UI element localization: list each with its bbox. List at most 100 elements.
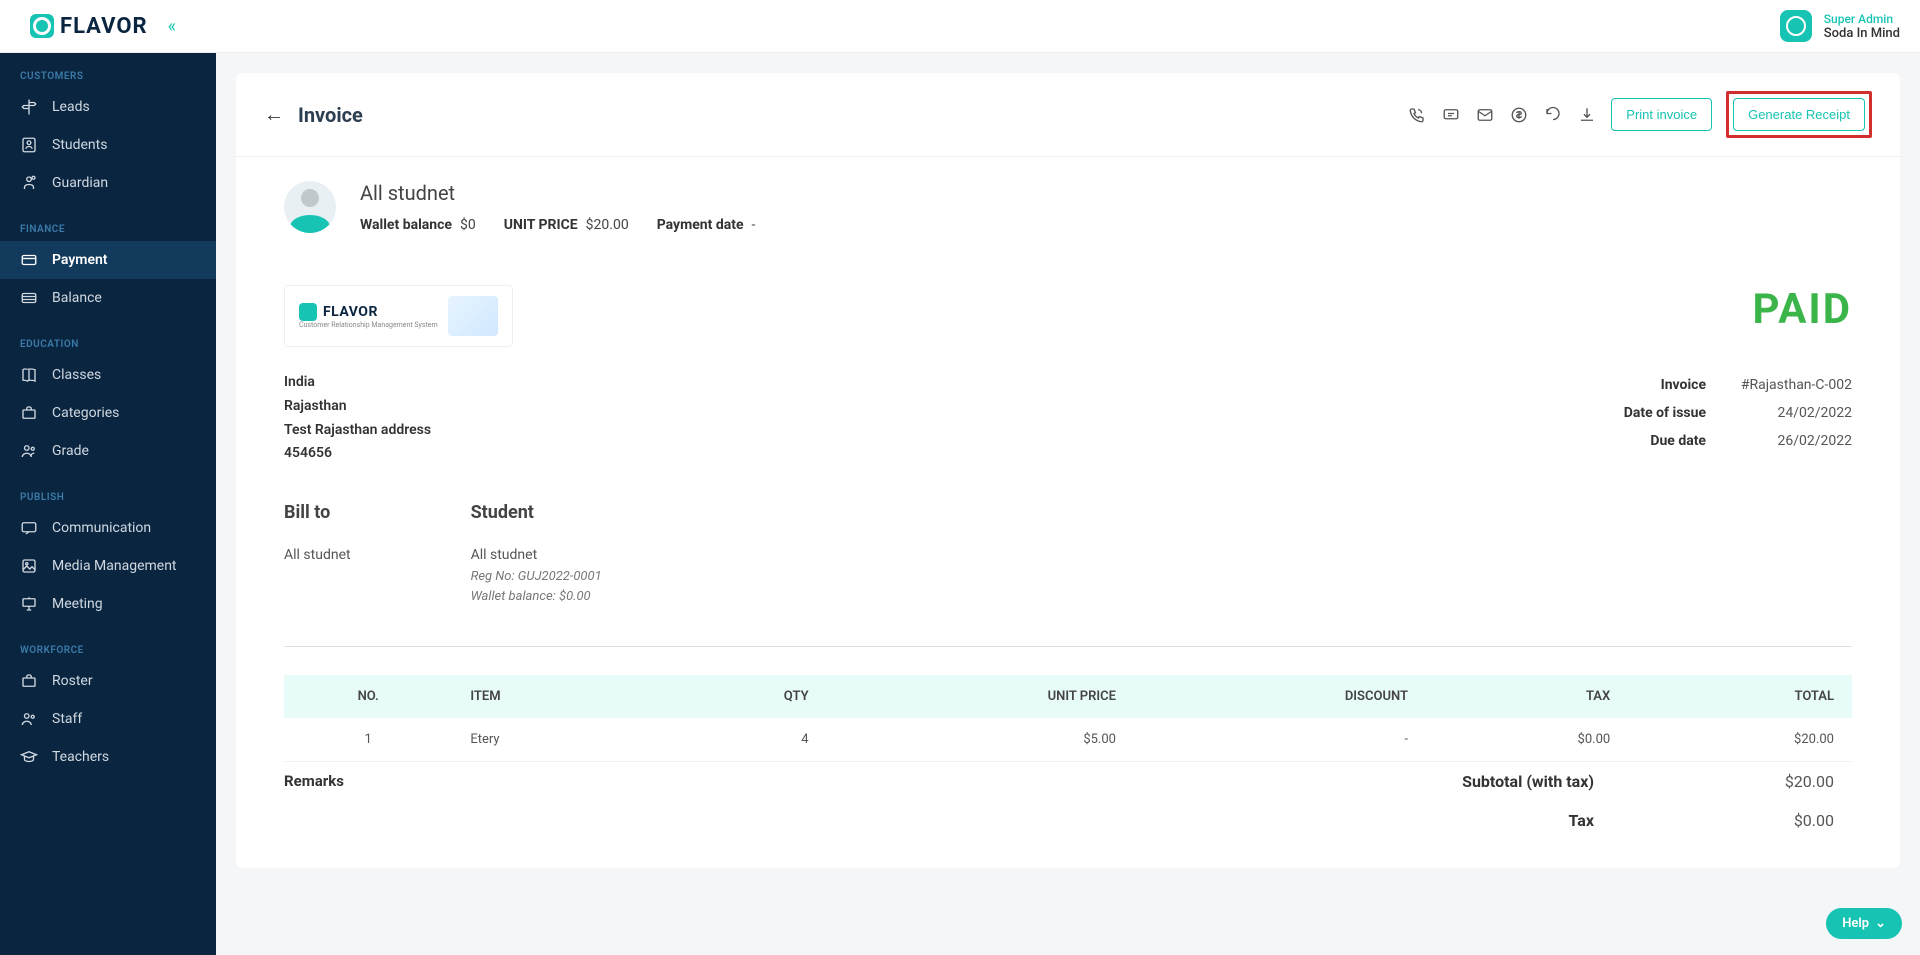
phone-icon[interactable] (1407, 105, 1427, 125)
sidebar-item-communication[interactable]: Communication (0, 509, 216, 547)
addr-postal: 454656 (284, 442, 431, 466)
page-title: Invoice (298, 103, 363, 127)
sidebar-collapse-icon[interactable]: « (168, 16, 176, 37)
brand-icon (30, 14, 54, 38)
print-invoice-button[interactable]: Print invoice (1611, 98, 1712, 131)
wallet-label: Wallet balance (360, 217, 452, 233)
inv-label: Date of issue (1606, 399, 1706, 427)
paid-status: PAID (1753, 285, 1852, 334)
brand-icon (299, 303, 317, 321)
inv-label: Due date (1606, 427, 1706, 455)
student-reg: Reg No: GUJ2022-0001 (471, 567, 602, 587)
parties-section: Bill to All studnet Student All studnet … (284, 502, 1852, 606)
sidebar-label: Leads (52, 99, 90, 115)
hat-icon (20, 748, 38, 766)
addr-street: Test Rajasthan address (284, 419, 431, 443)
table-row: 1 Etery 4 $5.00 - $0.00 $20.00 (284, 718, 1852, 762)
present-icon (20, 595, 38, 613)
summary-section: All studnet Wallet balance$0 UNIT PRICE$… (236, 157, 1900, 257)
sidebar-label: Meeting (52, 596, 103, 612)
addr-state: Rajasthan (284, 395, 431, 419)
wallet-value: $0 (460, 217, 476, 233)
mail-icon[interactable] (1475, 105, 1495, 125)
unit-value: $20.00 (586, 217, 629, 233)
sidebar-label: Media Management (52, 558, 177, 574)
sidebar-item-leads[interactable]: Leads (0, 88, 216, 126)
nav-header-workforce: WORKFORCE (0, 639, 216, 662)
briefcase-icon (20, 672, 38, 690)
payment-date-label: Payment date (657, 217, 744, 233)
sidebar-item-balance[interactable]: Balance (0, 279, 216, 317)
col-tax: TAX (1426, 675, 1628, 718)
user-org: Soda In Mind (1824, 26, 1900, 41)
sidebar-label: Communication (52, 520, 151, 536)
sidebar-label: Teachers (52, 749, 109, 765)
user-role: Super Admin (1824, 12, 1900, 26)
cell-total: $20.00 (1628, 718, 1852, 762)
inv-label: Invoice (1606, 371, 1706, 399)
sidebar-item-meeting[interactable]: Meeting (0, 585, 216, 623)
user-icon (20, 136, 38, 154)
cell-no: 1 (284, 718, 452, 762)
user-avatar-icon[interactable] (1780, 10, 1812, 42)
nav-header-education: EDUCATION (0, 333, 216, 356)
inv-value: 26/02/2022 (1722, 427, 1852, 455)
sidebar-label: Grade (52, 443, 89, 459)
unit-label: UNIT PRICE (504, 217, 578, 233)
company-address: India Rajasthan Test Rajasthan address 4… (284, 371, 431, 466)
chevron-down-icon: ⌄ (1875, 916, 1886, 931)
user-info[interactable]: Super Admin Soda In Mind (1824, 12, 1900, 41)
sidebar-item-staff[interactable]: Staff (0, 700, 216, 738)
line-items-table: NO. ITEM QTY UNIT PRICE DISCOUNT TAX TOT… (284, 675, 1852, 762)
highlight-annotation: Generate Receipt (1726, 91, 1872, 138)
sidebar-label: Roster (52, 673, 93, 689)
generate-receipt-button[interactable]: Generate Receipt (1733, 98, 1865, 131)
company-logo: FLAVOR Customer Relationship Management … (284, 285, 513, 347)
bill-to-name: All studnet (284, 547, 351, 563)
nav-header-customers: CUSTOMERS (0, 65, 216, 88)
users-icon (20, 710, 38, 728)
undo-icon[interactable] (1543, 105, 1563, 125)
sidebar-item-categories[interactable]: Categories (0, 394, 216, 432)
brand-tagline: Customer Relationship Management System (299, 321, 438, 329)
student-title: Student (471, 502, 602, 523)
sidebar-item-grade[interactable]: Grade (0, 432, 216, 470)
shield-icon (20, 174, 38, 192)
divider (284, 646, 1852, 647)
brand-logo[interactable]: FLAVOR (30, 14, 148, 39)
brand-name: FLAVOR (60, 14, 148, 39)
cell-unit: $5.00 (827, 718, 1134, 762)
message-icon[interactable] (1441, 105, 1461, 125)
help-button[interactable]: Help ⌄ (1826, 908, 1902, 939)
brand-name: FLAVOR (323, 304, 378, 320)
sidebar-item-media[interactable]: Media Management (0, 547, 216, 585)
tax-row: Tax $0.00 (344, 801, 1852, 840)
subtotal-value: $20.00 (1634, 772, 1834, 791)
dollar-icon[interactable] (1509, 105, 1529, 125)
inv-value: 24/02/2022 (1722, 399, 1852, 427)
back-arrow-icon[interactable]: ← (264, 102, 284, 127)
sidebar-item-students[interactable]: Students (0, 126, 216, 164)
cell-discount: - (1134, 718, 1426, 762)
col-no: NO. (284, 675, 452, 718)
header-actions: Print invoice Generate Receipt (1407, 91, 1872, 138)
sidebar-item-roster[interactable]: Roster (0, 662, 216, 700)
briefcase-icon (20, 404, 38, 422)
remarks-label: Remarks (284, 762, 344, 800)
sidebar-item-payment[interactable]: Payment (0, 241, 216, 279)
card-header: ← Invoice Print invoice Generate Receipt (236, 73, 1900, 157)
cell-qty: 4 (647, 718, 826, 762)
sidebar-item-teachers[interactable]: Teachers (0, 738, 216, 776)
nav-header-finance: FINANCE (0, 218, 216, 241)
cell-tax: $0.00 (1426, 718, 1628, 762)
payment-date-value: - (752, 217, 756, 233)
download-icon[interactable] (1577, 105, 1597, 125)
main-content: ← Invoice Print invoice Generate Receipt… (216, 53, 1920, 888)
logo-illustration (448, 296, 498, 336)
sidebar: CUSTOMERS Leads Students Guardian FINANC… (0, 53, 216, 955)
sidebar-item-guardian[interactable]: Guardian (0, 164, 216, 202)
col-total: TOTAL (1628, 675, 1852, 718)
invoice-card: ← Invoice Print invoice Generate Receipt… (236, 73, 1900, 868)
bill-to-title: Bill to (284, 502, 351, 523)
sidebar-item-classes[interactable]: Classes (0, 356, 216, 394)
